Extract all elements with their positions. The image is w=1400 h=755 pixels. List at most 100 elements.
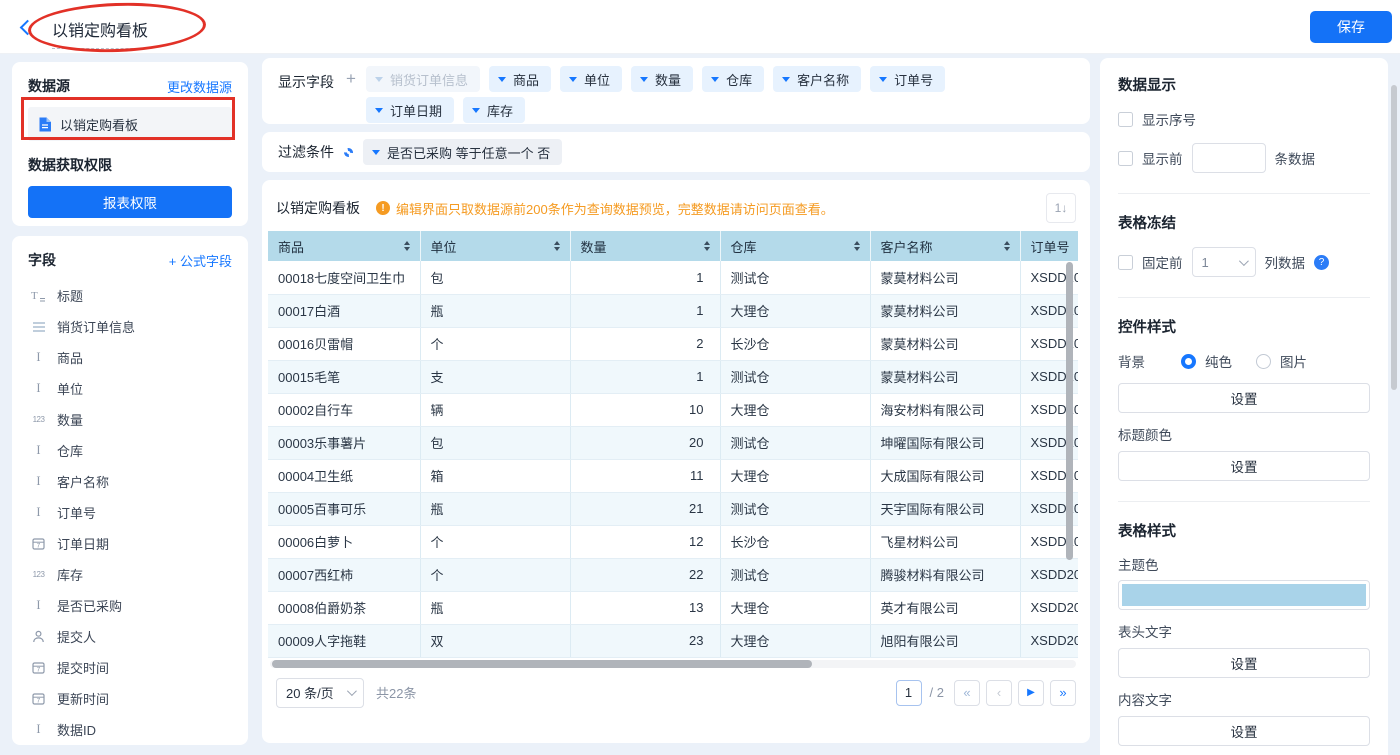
add-formula-field-link[interactable]: + 公式字段 (169, 251, 232, 270)
theme-color-picker[interactable] (1118, 580, 1370, 610)
next-page-button[interactable]: ▶ (1018, 680, 1044, 706)
table-row[interactable]: 00002自行车辆10大理仓海安材料有限公司XSDD20 (268, 393, 1078, 426)
number-icon: 123 (30, 415, 47, 424)
chevron-down-icon (472, 108, 480, 113)
svg-text:7: 7 (37, 543, 41, 550)
back-icon[interactable] (20, 20, 36, 36)
page-size-select[interactable]: 20 条/页 (276, 678, 364, 708)
filter-condition-chip[interactable]: 是否已采购 等于任意一个 否 (363, 139, 562, 165)
display-field-chip[interactable]: 单位 (560, 66, 622, 92)
page-scrollbar-thumb[interactable] (1391, 85, 1397, 390)
field-item-subform[interactable]: 销货订单信息 (28, 311, 232, 342)
person-icon (30, 630, 47, 643)
column-header[interactable]: 商品 (268, 231, 420, 261)
row-limit-input[interactable] (1192, 143, 1266, 173)
table-row[interactable]: 00005百事可乐瓶21测试仓天宇国际有限公司XSDD20 (268, 492, 1078, 525)
table-row[interactable]: 00017白酒瓶1大理仓蒙莫材料公司XSDD20 (268, 294, 1078, 327)
solid-color-radio[interactable] (1181, 354, 1196, 369)
table-header-row: 商品 单位 数量 仓库 客户名称 订单号 (268, 231, 1078, 261)
sort-arrows-icon[interactable] (404, 241, 410, 251)
display-field-chip[interactable]: 数量 (631, 66, 693, 92)
field-item-submitter[interactable]: 提交人 (28, 621, 232, 652)
file-icon (38, 117, 52, 132)
display-field-chip[interactable]: 订单日期 (366, 97, 454, 123)
table-row[interactable]: 00016贝雷帽个2长沙仓蒙莫材料公司XSDD20 (268, 327, 1078, 360)
field-item-warehouse[interactable]: I 仓库 (28, 435, 232, 466)
table-row[interactable]: 00009人字拖鞋双23大理仓旭阳有限公司XSDD20 (268, 624, 1078, 657)
column-header[interactable]: 订单号 (1020, 231, 1078, 261)
text-icon: I (30, 443, 47, 458)
field-item-data-id[interactable]: I 数据ID (28, 714, 232, 745)
field-item-update-time[interactable]: 7 更新时间 (28, 683, 232, 714)
prev-page-button[interactable]: ‹ (986, 680, 1012, 706)
save-button[interactable]: 保存 (1310, 11, 1392, 43)
page-title[interactable]: 以销定购看板 (52, 17, 148, 49)
column-header[interactable]: 仓库 (720, 231, 870, 261)
sort-arrows-icon[interactable] (704, 241, 710, 251)
show-index-checkbox[interactable] (1118, 112, 1133, 127)
title-color-set-button[interactable]: 设置 (1118, 451, 1370, 481)
display-field-chip[interactable]: 仓库 (702, 66, 764, 92)
field-item-unit[interactable]: I 单位 (28, 373, 232, 404)
add-display-field-icon[interactable]: + (346, 69, 356, 89)
display-field-chip-disabled[interactable]: 销货订单信息 (366, 66, 480, 92)
image-radio[interactable] (1256, 354, 1271, 369)
header-text-set-button[interactable]: 设置 (1118, 648, 1370, 678)
top-bar: 以销定购看板 保存 (0, 0, 1400, 54)
sort-arrows-icon[interactable] (854, 241, 860, 251)
vertical-scrollbar-thumb[interactable] (1066, 262, 1073, 560)
display-field-chip[interactable]: 商品 (489, 66, 551, 92)
widget-title: 以销定购看板 (276, 198, 360, 218)
field-item-submit-time[interactable]: 7 提交时间 (28, 652, 232, 683)
chevron-down-icon (347, 686, 357, 696)
field-item-title[interactable]: T 标题 (28, 280, 232, 311)
content-text-set-button[interactable]: 设置 (1118, 716, 1370, 746)
table-row[interactable]: 00007西红柿个22测试仓腾骏材料有限公司XSDD20 (268, 558, 1078, 591)
field-item-order-date[interactable]: 7 订单日期 (28, 528, 232, 559)
background-set-button[interactable]: 设置 (1118, 383, 1370, 413)
change-datasource-link[interactable]: 更改数据源 (167, 77, 232, 96)
table-row[interactable]: 00004卫生纸箱11大理仓大成国际有限公司XSDD20 (268, 459, 1078, 492)
help-icon[interactable]: ? (1314, 255, 1329, 270)
warning-icon: ! (376, 201, 390, 215)
display-field-chip[interactable]: 客户名称 (773, 66, 861, 92)
page-number-input[interactable]: 1 (896, 680, 922, 706)
freeze-column-select[interactable]: 1 (1192, 247, 1256, 277)
report-permission-button[interactable]: 报表权限 (28, 186, 232, 218)
field-item-purchased[interactable]: I 是否已采购 (28, 590, 232, 621)
sort-order-icon[interactable]: 1↓ (1046, 193, 1076, 223)
column-header[interactable]: 数量 (570, 231, 720, 261)
field-item-order-no[interactable]: I 订单号 (28, 497, 232, 528)
column-header[interactable]: 客户名称 (870, 231, 1020, 261)
field-item-customer[interactable]: I 客户名称 (28, 466, 232, 497)
freeze-suffix-label: 列数据 (1265, 252, 1306, 272)
column-header[interactable]: 单位 (420, 231, 570, 261)
gear-icon[interactable] (344, 148, 353, 157)
chevron-down-icon (1238, 256, 1248, 266)
display-field-chip[interactable]: 订单号 (870, 66, 945, 92)
first-page-button[interactable]: « (954, 680, 980, 706)
date-icon: 7 (30, 537, 47, 550)
svg-text:7: 7 (37, 667, 41, 674)
show-first-label: 显示前 (1142, 148, 1183, 168)
sort-arrows-icon[interactable] (1004, 241, 1010, 251)
table-row[interactable]: 00018七度空间卫生巾包1测试仓蒙莫材料公司XSDD20 (268, 261, 1078, 294)
table-row[interactable]: 00015毛笔支1测试仓蒙莫材料公司XSDD20 (268, 360, 1078, 393)
horizontal-scrollbar[interactable] (270, 660, 1076, 668)
table-row[interactable]: 00003乐事薯片包20测试仓坤曜国际有限公司XSDD20 (268, 426, 1078, 459)
table-row[interactable]: 00008伯爵奶茶瓶13大理仓英才有限公司XSDD20 (268, 591, 1078, 624)
display-field-chip[interactable]: 库存 (463, 97, 525, 123)
sort-arrows-icon[interactable] (554, 241, 560, 251)
last-page-button[interactable]: » (1050, 680, 1076, 706)
fields-title: 字段 (28, 250, 56, 270)
background-label: 背景 (1118, 351, 1145, 371)
datasource-item[interactable]: 以销定购看板 (28, 107, 232, 141)
show-first-checkbox[interactable] (1118, 151, 1133, 166)
freeze-checkbox[interactable] (1118, 255, 1133, 270)
field-item-quantity[interactable]: 123 数量 (28, 404, 232, 435)
table-row[interactable]: 00006白萝卜个12长沙仓飞星材料公司XSDD20 (268, 525, 1078, 558)
field-item-stock[interactable]: 123 库存 (28, 559, 232, 590)
permission-title: 数据获取权限 (28, 155, 232, 175)
field-item-product[interactable]: I 商品 (28, 342, 232, 373)
horizontal-scrollbar-thumb[interactable] (272, 660, 812, 668)
